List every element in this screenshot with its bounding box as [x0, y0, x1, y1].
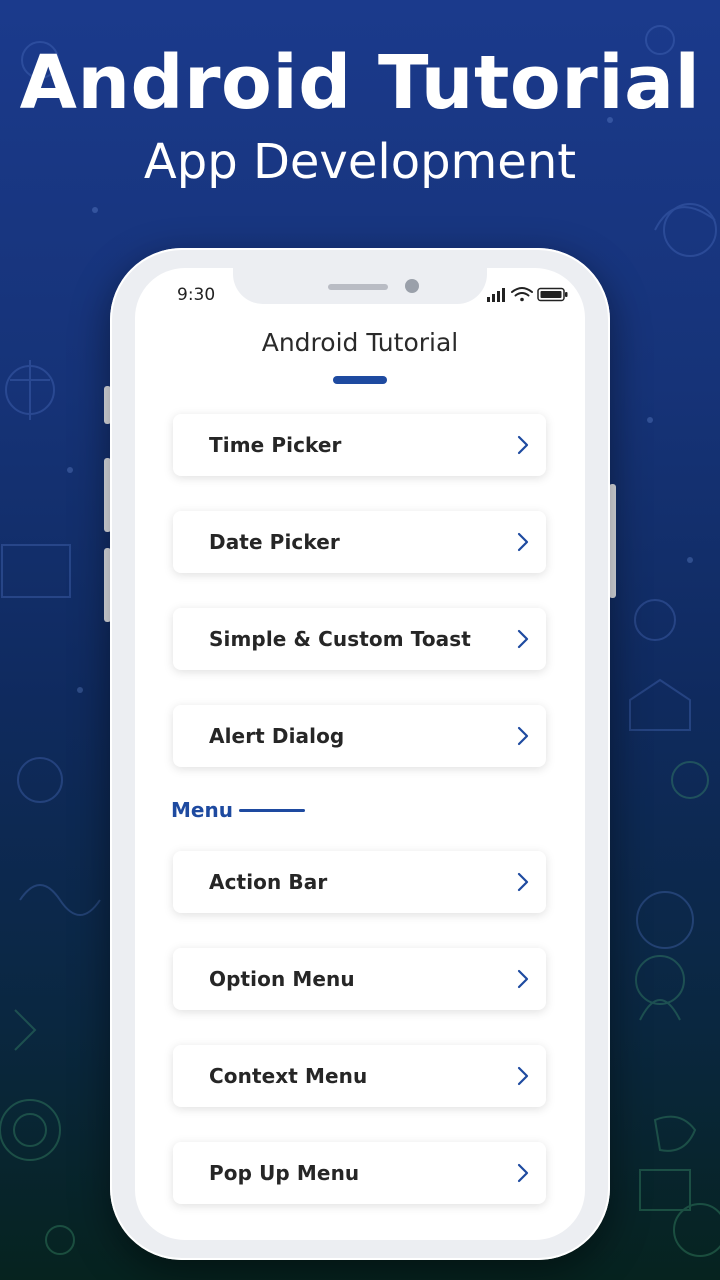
list-item-label: Context Menu — [209, 1064, 368, 1088]
chevron-right-icon — [517, 726, 529, 746]
chevron-right-icon — [517, 969, 529, 989]
list-item-context-menu[interactable]: Context Menu — [173, 1045, 546, 1107]
list-item-option-menu[interactable]: Option Menu — [173, 948, 546, 1010]
section-divider — [238, 808, 305, 812]
phone-screen: 9:30 Android Tutorial Time Picker Date P… — [135, 268, 585, 1240]
chevron-right-icon — [517, 629, 529, 649]
list-item-label: Action Bar — [209, 870, 328, 894]
menu-section-header: Menu — [171, 798, 305, 822]
chevron-right-icon — [517, 435, 529, 455]
chevron-right-icon — [517, 1066, 529, 1086]
list-item-label: Pop Up Menu — [209, 1161, 360, 1185]
list-item-alert-dialog[interactable]: Alert Dialog — [173, 705, 546, 767]
list-item-pop-up-menu[interactable]: Pop Up Menu — [173, 1142, 546, 1204]
speaker-grille — [328, 284, 388, 290]
list-item-time-picker[interactable]: Time Picker — [173, 414, 546, 476]
section-title: Menu — [171, 798, 233, 822]
promo-subtitle: App Development — [143, 134, 577, 190]
promo-title: Android Tutorial — [19, 40, 701, 126]
wifi-icon — [511, 287, 533, 302]
chevron-right-icon — [517, 1163, 529, 1183]
status-icons — [487, 287, 568, 302]
list-item-action-bar[interactable]: Action Bar — [173, 851, 546, 913]
phone-frame: 9:30 Android Tutorial Time Picker Date P… — [110, 248, 610, 1260]
app-title: Android Tutorial — [261, 328, 459, 357]
signal-icon — [487, 288, 505, 302]
battery-icon — [537, 287, 568, 302]
list-item-label: Simple & Custom Toast — [209, 627, 471, 651]
list-item-label: Date Picker — [209, 530, 340, 554]
status-time: 9:30 — [177, 285, 216, 305]
phone-notch — [233, 268, 487, 304]
title-underline — [333, 376, 387, 384]
list-item-date-picker[interactable]: Date Picker — [173, 511, 546, 573]
front-camera — [405, 279, 419, 293]
list-item-label: Time Picker — [209, 433, 342, 457]
phone-power-button — [609, 484, 616, 598]
chevron-right-icon — [517, 532, 529, 552]
list-item-label: Alert Dialog — [209, 724, 345, 748]
list-item-label: Option Menu — [209, 967, 355, 991]
chevron-right-icon — [517, 872, 529, 892]
list-item-toast[interactable]: Simple & Custom Toast — [173, 608, 546, 670]
